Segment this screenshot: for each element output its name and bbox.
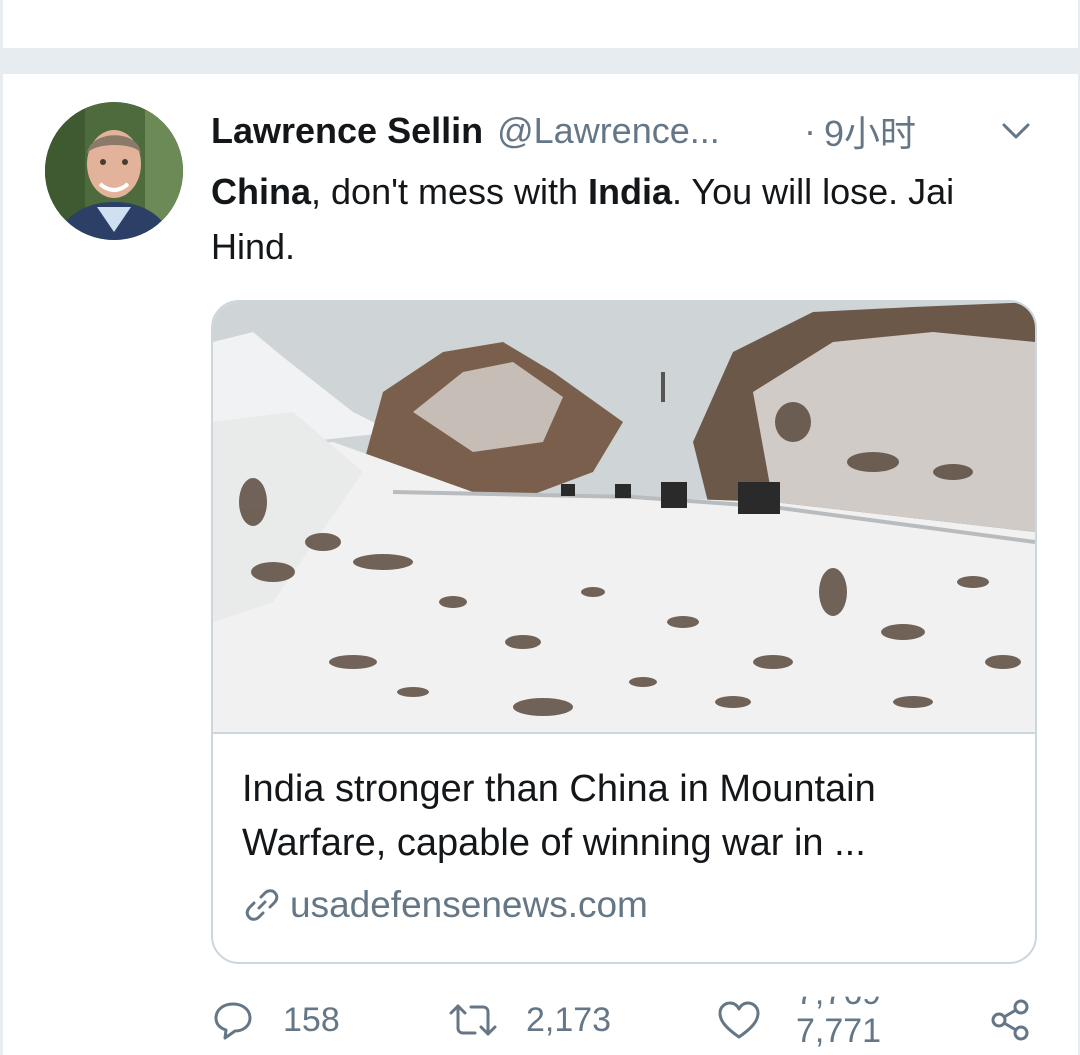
like-count-previous: 7,769	[796, 974, 882, 1012]
like-count-wrap: 7,769 7,771	[796, 990, 886, 1050]
tweet-page: Lawrence Sellin @Lawrence... · 9小时 China…	[0, 0, 1080, 1055]
avatar-photo	[45, 102, 183, 240]
card-domain[interactable]: usadefensenews.com	[242, 880, 648, 930]
tweet-text-segment: , don't mess with	[311, 171, 588, 212]
timeline-separator	[3, 48, 1078, 74]
timeline-left-border	[0, 0, 3, 1055]
avatar[interactable]	[45, 102, 183, 240]
reply-count: 158	[283, 1000, 340, 1039]
tweet-header: Lawrence Sellin @Lawrence...	[211, 106, 720, 156]
like-count: 7,771	[796, 1012, 882, 1050]
link-icon	[245, 889, 279, 921]
tweet-text-bold-china: China	[211, 171, 312, 212]
card-title[interactable]: India stronger than China in Mountain Wa…	[242, 762, 1012, 870]
like-button[interactable]: 7,769 7,771	[716, 990, 886, 1050]
share-icon	[991, 999, 1029, 1041]
tweet-timestamp-wrap: · 9小时	[804, 106, 916, 156]
author-display-name[interactable]: Lawrence Sellin	[211, 110, 483, 152]
retweet-count: 2,173	[526, 1000, 612, 1039]
link-card[interactable]: India stronger than China in Mountain Wa…	[211, 300, 1037, 964]
separator-dot: ·	[804, 110, 816, 151]
tweet-timestamp[interactable]: 9小时	[824, 105, 916, 157]
author-handle[interactable]: @Lawrence...	[497, 110, 720, 152]
tweet-text-bold-india: India	[588, 171, 673, 212]
retweet-button[interactable]: 2,173	[448, 990, 611, 1050]
reply-icon	[214, 1002, 252, 1040]
share-button[interactable]	[987, 990, 1033, 1050]
heart-icon	[718, 1001, 760, 1039]
tweet-action-bar: 158 2,173 7,769 7,771	[211, 990, 1041, 1050]
chevron-down-icon[interactable]	[996, 116, 1036, 146]
card-image[interactable]	[213, 302, 1035, 734]
mountain-photo	[213, 302, 1035, 732]
card-domain-text: usadefensenews.com	[290, 884, 648, 925]
reply-button[interactable]: 158	[211, 990, 340, 1050]
tweet-text: China, don't mess with India. You will l…	[211, 164, 1031, 274]
retweet-icon	[449, 1004, 497, 1036]
